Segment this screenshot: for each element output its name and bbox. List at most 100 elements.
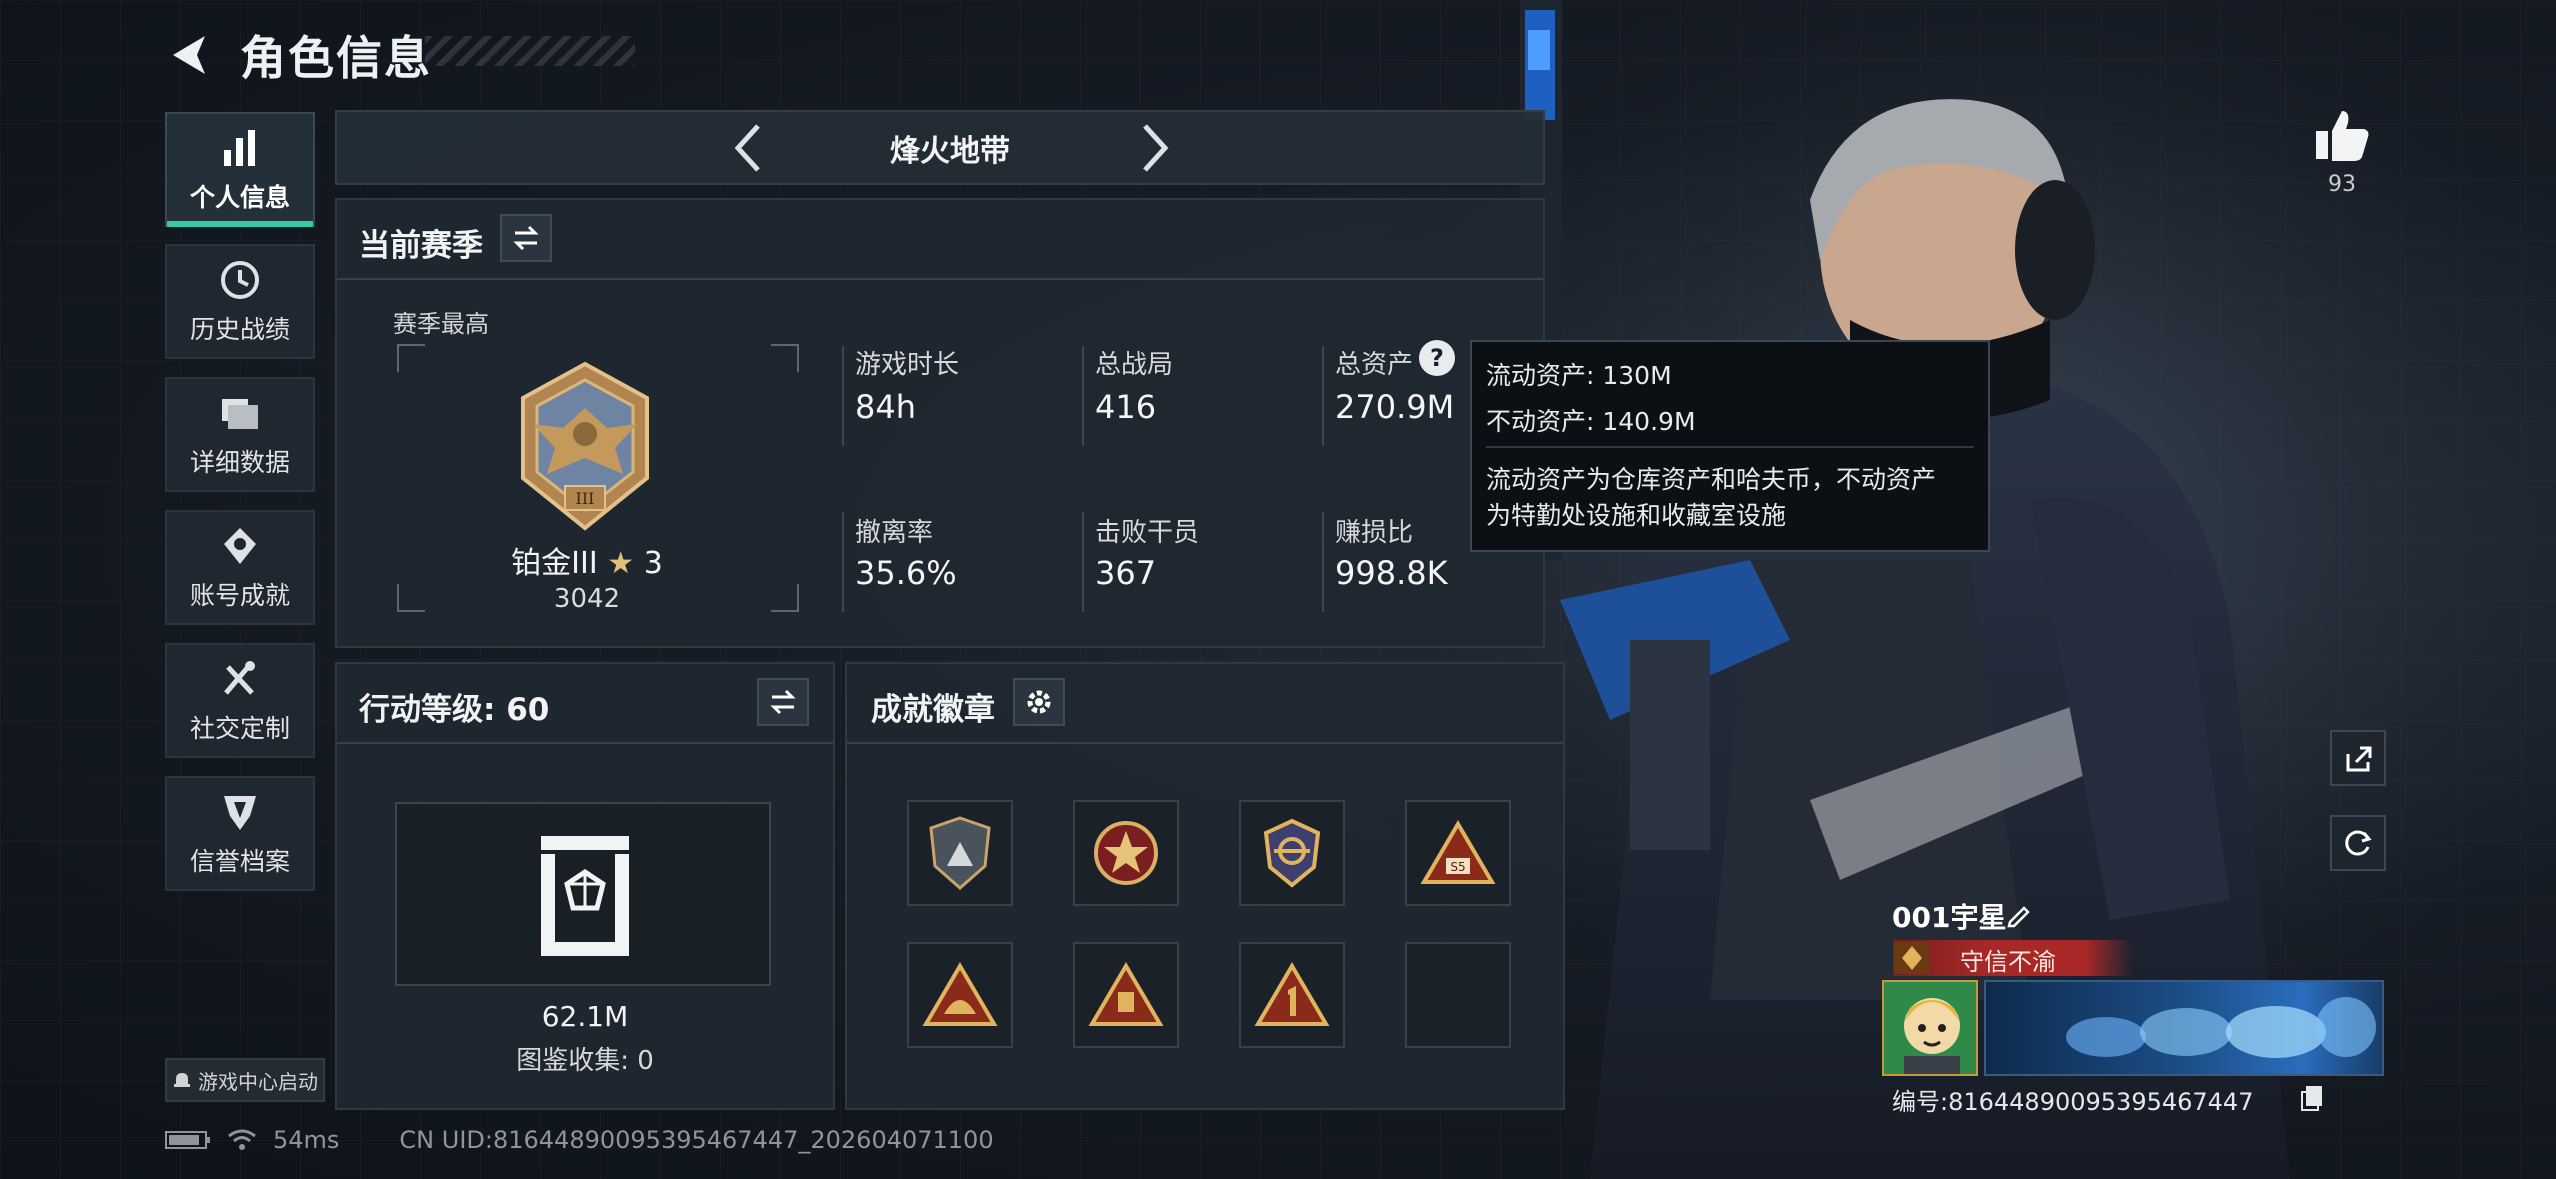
battery-icon — [165, 1131, 210, 1149]
stat-value: 367 — [1095, 554, 1157, 592]
page-title: 角色信息 — [240, 31, 432, 85]
badge-triangle-s5-icon: S5 — [1420, 820, 1496, 884]
sidebar-label: 信誉档案 — [189, 846, 290, 876]
swap-icon — [770, 689, 796, 715]
divider — [847, 742, 1563, 744]
back-icon[interactable] — [165, 30, 215, 80]
badge-slot-empty[interactable] — [1405, 942, 1511, 1048]
collection-frame[interactable] — [395, 802, 771, 986]
sidebar-label: 社交定制 — [189, 713, 290, 743]
sidebar-label: 个人信息 — [189, 182, 290, 212]
tooltip-description: 流动资产为仓库资产和哈夫币，不动资产 — [1486, 465, 1937, 494]
frame-corner — [397, 344, 425, 372]
rank-stars: 3 — [643, 546, 663, 581]
sidebar-label: 详细数据 — [189, 447, 290, 477]
rank-name: 铂金III — [511, 546, 598, 581]
sidebar-item-personal-info[interactable]: 个人信息 — [165, 112, 315, 227]
tooltip-description: 为特勤处设施和收藏室设施 — [1486, 501, 1787, 530]
divider — [337, 742, 833, 744]
divider — [1082, 346, 1084, 446]
badge-slot[interactable] — [1239, 800, 1345, 906]
divider — [1322, 512, 1324, 612]
share-icon — [2346, 746, 2372, 772]
stat-value: 270.9M — [1335, 388, 1455, 426]
uid-footer: CN UID:8164489009539546​7447_20260407110… — [399, 1126, 994, 1154]
svg-text:S5: S5 — [1450, 860, 1465, 874]
bell-icon — [174, 1073, 190, 1087]
svg-text:III: III — [576, 489, 595, 508]
level-switch-button[interactable] — [757, 678, 809, 726]
profile-banner[interactable] — [1984, 980, 2384, 1076]
stat-value: 35.6% — [855, 554, 957, 592]
season-switch-button[interactable] — [500, 214, 552, 262]
share-button[interactable] — [2330, 730, 2386, 786]
badge-slot[interactable] — [907, 942, 1013, 1048]
folder-icon — [222, 398, 258, 429]
action-level-title: 行动等级: 60 — [359, 692, 550, 728]
frame-corner — [771, 344, 799, 372]
tooltip-fixed-assets: 不动资产: 140.9M — [1486, 407, 1696, 436]
badge-slot[interactable] — [1239, 942, 1345, 1048]
badge-slot[interactable] — [907, 800, 1013, 906]
rank-line: 铂金III ★ 3 — [437, 538, 737, 582]
stat-label: 撤离率 — [855, 518, 934, 548]
sidebar-item-achievements[interactable]: 账号成就 — [165, 510, 315, 625]
copy-icon[interactable] — [2300, 1084, 2326, 1112]
stat-value: 84h — [855, 388, 916, 426]
badge-slot[interactable]: S5 — [1405, 800, 1511, 906]
stat-label: 游戏时长 — [855, 350, 960, 380]
badge-slot[interactable] — [1073, 942, 1179, 1048]
game-center-launch-button[interactable]: 游戏中心启动 — [165, 1058, 325, 1102]
stat-label: 总资产 — [1335, 350, 1414, 380]
wifi-icon — [228, 1129, 256, 1150]
sidebar-item-details[interactable]: 详细数据 — [165, 377, 315, 492]
divider — [1082, 512, 1084, 612]
badge-slot[interactable] — [1073, 800, 1179, 906]
gear-icon — [1027, 690, 1051, 714]
rank-score: 3042 — [553, 584, 621, 614]
badge-star-medal-icon — [1094, 821, 1158, 885]
ping-value: 54ms — [273, 1126, 340, 1154]
title-emblem-icon — [1894, 942, 1930, 974]
frame-corner — [771, 584, 799, 612]
badge-triangle-number-one-icon — [1254, 962, 1330, 1026]
sidebar-item-history[interactable]: 历史战绩 — [165, 244, 315, 359]
stat-label: 赚损比 — [1335, 518, 1414, 548]
thumbs-up-icon[interactable] — [2312, 105, 2372, 165]
badge-emblem-icon — [1263, 818, 1321, 888]
title-tag-label: 守信不渝 — [1960, 948, 2056, 976]
refresh-button[interactable] — [2330, 815, 2386, 871]
action-level-panel: 行动等级: 60 62.1M 图鉴收集: 0 — [335, 662, 835, 1110]
stat-value: 998.8K — [1335, 554, 1448, 592]
tools-icon — [224, 660, 255, 695]
clock-icon — [221, 260, 259, 299]
sidebar-item-credit[interactable]: 信誉档案 — [165, 776, 315, 891]
shield-icon — [224, 795, 256, 830]
divider — [337, 278, 1543, 280]
divider — [842, 346, 844, 446]
collection-value: 62.1M — [541, 1000, 629, 1033]
badges-settings-button[interactable] — [1013, 678, 1065, 726]
collection-case-icon — [541, 836, 629, 956]
season-best-label: 赛季最高 — [393, 310, 489, 338]
divider — [1486, 446, 1974, 448]
collection-count: 图鉴收集: 0 — [516, 1046, 654, 1076]
season-panel: 当前赛季 赛季最高 III 铂金III ★ 3 3042 游戏时长 84h 总战… — [335, 198, 1545, 648]
refresh-icon — [2345, 830, 2372, 856]
divider — [842, 512, 844, 612]
stat-value: 416 — [1095, 388, 1157, 426]
like-count: 93 — [2328, 172, 2356, 197]
title-decoration — [425, 36, 635, 66]
launcher-label: 游戏中心启动 — [198, 1069, 318, 1094]
avatar[interactable] — [1882, 980, 1978, 1076]
player-name: 001宇星 — [1892, 901, 2007, 934]
sidebar-item-social[interactable]: 社交定制 — [165, 643, 315, 758]
badge-triangle-dome-icon — [922, 962, 998, 1026]
achievement-badges-panel: 成就徽章 S5 — [845, 662, 1565, 1110]
badge-triangle-gem-icon — [1088, 962, 1164, 1026]
divider — [1322, 346, 1324, 446]
frame-corner — [397, 584, 425, 612]
stat-label: 总战局 — [1095, 350, 1174, 380]
help-icon[interactable]: ? — [1419, 340, 1455, 376]
edit-icon[interactable] — [2004, 900, 2034, 930]
